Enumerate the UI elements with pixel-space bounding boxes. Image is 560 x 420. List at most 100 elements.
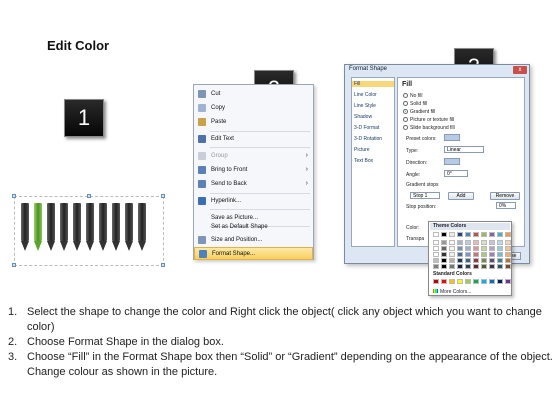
theme-color-swatch[interactable] <box>497 264 503 269</box>
nav-item-3d-format[interactable]: 3-D Format <box>354 125 379 131</box>
preset-colors-dropdown[interactable] <box>444 134 460 141</box>
radio-gradient-fill[interactable] <box>403 109 408 114</box>
standard-color-swatch[interactable] <box>441 279 447 284</box>
menu-item-cut[interactable]: Cut <box>194 88 313 101</box>
standard-color-swatch[interactable] <box>465 279 471 284</box>
theme-color-swatch[interactable] <box>473 240 479 245</box>
menu-item-size-position[interactable]: Size and Position... <box>194 234 313 247</box>
nav-item-fill[interactable]: Fill <box>352 81 394 87</box>
standard-color-swatch[interactable] <box>497 279 503 284</box>
standard-color-swatch[interactable] <box>433 279 439 284</box>
theme-color-swatch[interactable] <box>489 232 495 237</box>
theme-color-swatch[interactable] <box>505 240 511 245</box>
theme-color-swatch[interactable] <box>505 252 511 257</box>
theme-color-swatch[interactable] <box>457 264 463 269</box>
radio-solid-fill[interactable] <box>403 101 408 106</box>
theme-color-swatch[interactable] <box>473 252 479 257</box>
stop-position-input[interactable]: 0% <box>496 202 516 209</box>
theme-color-swatch[interactable] <box>489 246 495 251</box>
theme-color-swatch[interactable] <box>433 264 439 269</box>
standard-color-swatch[interactable] <box>473 279 479 284</box>
theme-color-swatch[interactable] <box>433 246 439 251</box>
menu-item-bring-to-front[interactable]: Bring to Front › <box>194 164 313 177</box>
selected-shape-pencils[interactable] <box>12 194 165 267</box>
nav-item-shadow[interactable]: Shadow <box>354 114 372 120</box>
nav-item-line-style[interactable]: Line Style <box>354 103 376 109</box>
selection-handle[interactable] <box>12 263 16 267</box>
theme-color-swatch[interactable] <box>489 252 495 257</box>
selection-handle[interactable] <box>161 263 165 267</box>
theme-color-swatch[interactable] <box>449 264 455 269</box>
pencil-shape-selected[interactable] <box>34 203 42 251</box>
theme-color-swatch[interactable] <box>449 240 455 245</box>
menu-item-edit-text[interactable]: Edit Text <box>194 133 313 146</box>
theme-color-swatch[interactable] <box>457 252 463 257</box>
nav-item-line-color[interactable]: Line Color <box>354 92 377 98</box>
theme-color-swatch[interactable] <box>481 240 487 245</box>
theme-color-swatch[interactable] <box>473 232 479 237</box>
theme-color-swatch[interactable] <box>457 246 463 251</box>
add-stop-button[interactable]: Add <box>448 192 474 200</box>
theme-color-swatch[interactable] <box>497 240 503 245</box>
radio-no-fill[interactable] <box>403 93 408 98</box>
theme-color-swatch[interactable] <box>457 240 463 245</box>
nav-item-text-box[interactable]: Text Box <box>354 158 373 164</box>
menu-item-send-to-back[interactable]: Send to Back › <box>194 178 313 191</box>
theme-color-swatch[interactable] <box>465 246 471 251</box>
theme-color-swatch[interactable] <box>481 264 487 269</box>
close-icon[interactable]: x <box>513 66 527 74</box>
nav-item-3d-rotation[interactable]: 3-D Rotation <box>354 136 382 142</box>
pencil-shape[interactable] <box>125 203 133 251</box>
theme-color-swatch[interactable] <box>505 232 511 237</box>
angle-input[interactable]: 0° <box>444 170 468 177</box>
theme-color-swatch[interactable] <box>433 258 439 263</box>
gradient-stop-select[interactable]: Stop 1 <box>410 192 440 199</box>
theme-color-swatch[interactable] <box>441 232 447 237</box>
radio-picture-fill[interactable] <box>403 117 408 122</box>
menu-item-copy[interactable]: Copy <box>194 102 313 115</box>
theme-color-swatch[interactable] <box>489 258 495 263</box>
selection-handle[interactable] <box>161 194 165 198</box>
type-select[interactable]: Linear <box>444 146 484 153</box>
theme-color-swatch[interactable] <box>441 264 447 269</box>
pencil-shape[interactable] <box>73 203 81 251</box>
radio-slide-background-fill[interactable] <box>403 125 408 130</box>
standard-color-swatch[interactable] <box>457 279 463 284</box>
theme-color-swatch[interactable] <box>441 246 447 251</box>
theme-color-swatch[interactable] <box>465 232 471 237</box>
theme-color-swatch[interactable] <box>441 240 447 245</box>
menu-item-format-shape[interactable]: Format Shape... <box>194 247 313 260</box>
theme-color-swatch[interactable] <box>481 252 487 257</box>
standard-color-swatch[interactable] <box>489 279 495 284</box>
theme-color-swatch[interactable] <box>433 252 439 257</box>
theme-color-swatch[interactable] <box>505 246 511 251</box>
theme-color-swatch[interactable] <box>441 258 447 263</box>
pencil-shape[interactable] <box>86 203 94 251</box>
selection-handle[interactable] <box>12 194 16 198</box>
theme-color-swatch[interactable] <box>449 246 455 251</box>
theme-color-swatch[interactable] <box>473 264 479 269</box>
standard-color-swatch[interactable] <box>449 279 455 284</box>
theme-color-swatch[interactable] <box>449 258 455 263</box>
selection-handle[interactable] <box>87 194 91 198</box>
theme-color-swatch[interactable] <box>505 264 511 269</box>
direction-dropdown[interactable] <box>444 158 460 165</box>
standard-color-swatch[interactable] <box>505 279 511 284</box>
theme-color-swatch[interactable] <box>465 264 471 269</box>
theme-color-swatch[interactable] <box>433 240 439 245</box>
theme-color-swatch[interactable] <box>465 240 471 245</box>
theme-color-swatch[interactable] <box>449 252 455 257</box>
theme-color-swatch[interactable] <box>497 258 503 263</box>
theme-color-swatch[interactable] <box>489 240 495 245</box>
standard-color-swatch[interactable] <box>481 279 487 284</box>
pencil-shape[interactable] <box>138 203 146 251</box>
pencil-shape[interactable] <box>60 203 68 251</box>
theme-color-swatch[interactable] <box>473 246 479 251</box>
nav-item-picture[interactable]: Picture <box>354 147 370 153</box>
theme-color-swatch[interactable] <box>497 252 503 257</box>
pencil-shape[interactable] <box>112 203 120 251</box>
menu-item-paste[interactable]: Paste <box>194 116 313 129</box>
pencil-shape[interactable] <box>21 203 29 251</box>
theme-color-swatch[interactable] <box>465 252 471 257</box>
theme-color-swatch[interactable] <box>497 246 503 251</box>
